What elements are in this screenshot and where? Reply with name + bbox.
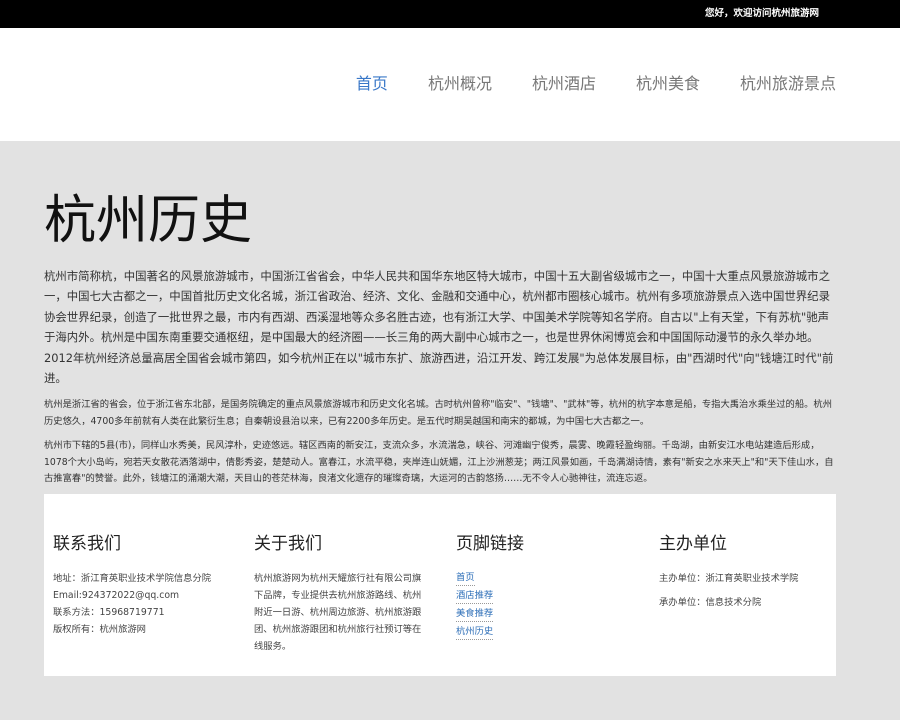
footer-contact-title: 联系我们 [53, 534, 121, 554]
footer-link-history[interactable]: 杭州历史 [456, 624, 494, 640]
footer-sponsor-title: 主办单位 [659, 534, 727, 554]
contact-address: 地址：浙江育英职业技术学院信息分院 [53, 573, 212, 584]
about-text: 杭州旅游网为杭州天耀旅行社有限公司旗下品牌，专业提供去杭州旅游路线、杭州附近一日… [254, 573, 422, 652]
footer-link-hotels[interactable]: 酒店推荐 [456, 588, 494, 604]
main-nav: 首页 杭州概况 杭州酒店 杭州美食 杭州旅游景点 [356, 74, 836, 94]
sponsor-host: 主办单位：浙江育英职业技术学院 [659, 573, 799, 584]
footer-about-title: 关于我们 [254, 534, 322, 554]
footer-link-food[interactable]: 美食推荐 [456, 606, 494, 622]
footer-links: 页脚链接 首页 酒店推荐 美食推荐 杭州历史 [456, 532, 636, 642]
nav-item-food[interactable]: 杭州美食 [636, 74, 700, 94]
page-title: 杭州历史 [44, 191, 253, 251]
footer-links-title: 页脚链接 [456, 534, 524, 554]
site-footer: 联系我们 地址：浙江育英职业技术学院信息分院 Email:924372022@q… [44, 494, 836, 676]
sponsor-organizer: 承办单位：信息技术分院 [659, 597, 762, 608]
history-paragraph: 杭州是浙江省的省会，位于浙江省东北部，是国务院确定的重点风景旅游城市和历史文化名… [44, 399, 833, 427]
top-bar: 您好，欢迎访问杭州旅游网 [0, 0, 900, 28]
welcome-text: 您好，欢迎访问杭州旅游网 [704, 8, 819, 19]
nav-item-attractions[interactable]: 杭州旅游景点 [740, 74, 836, 94]
nav-item-home[interactable]: 首页 [356, 74, 388, 94]
copyright: 版权所有：杭州旅游网 [53, 624, 146, 635]
contact-phone: 联系方法：15968719771 [53, 607, 165, 618]
main-content: 杭州历史 杭州市简称杭，中国著名的风景旅游城市，中国浙江省省会，中华人民共和国华… [44, 190, 836, 488]
nav-item-hotels[interactable]: 杭州酒店 [532, 74, 596, 94]
footer-about: 关于我们 杭州旅游网为杭州天耀旅行社有限公司旗下品牌，专业提供去杭州旅游路线、杭… [254, 532, 430, 655]
intro-paragraph: 杭州市简称杭，中国著名的风景旅游城市，中国浙江省省会，中华人民共和国华东地区特大… [44, 269, 834, 386]
counties-paragraph: 杭州市下辖的5县(市)，同样山水秀美，民风淳朴，史迹悠远。辖区西南的新安江，支流… [44, 440, 834, 485]
footer-sponsor: 主办单位 主办单位：浙江育英职业技术学院 承办单位：信息技术分院 [659, 532, 839, 611]
nav-item-overview[interactable]: 杭州概况 [428, 74, 492, 94]
footer-link-home[interactable]: 首页 [456, 570, 475, 586]
contact-email: Email:924372022@qq.com [53, 590, 180, 601]
footer-contact: 联系我们 地址：浙江育英职业技术学院信息分院 Email:924372022@q… [53, 532, 233, 638]
site-header: 首页 杭州概况 杭州酒店 杭州美食 杭州旅游景点 [0, 28, 900, 141]
